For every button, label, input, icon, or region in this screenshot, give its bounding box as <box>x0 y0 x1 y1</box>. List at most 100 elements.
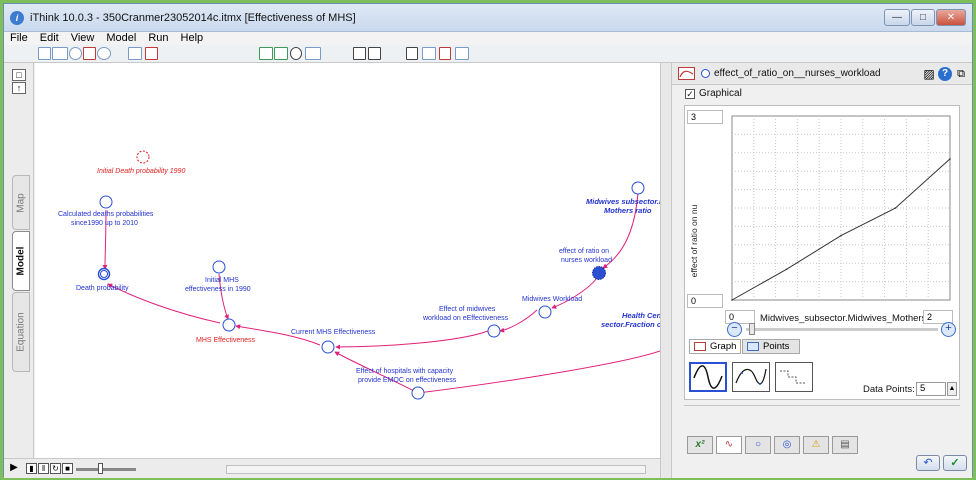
x-min-field[interactable]: 0 <box>725 310 755 324</box>
data-points-input[interactable]: 5 <box>916 382 946 396</box>
range-tab-icon[interactable]: ◎ <box>774 436 800 454</box>
paintbrush-tool-icon[interactable] <box>422 47 436 60</box>
data-point[interactable] <box>894 207 897 209</box>
converter-initial-mhs[interactable] <box>212 260 226 274</box>
data-point[interactable] <box>949 158 951 160</box>
menu-view[interactable]: View <box>65 32 101 45</box>
data-point[interactable] <box>785 268 788 271</box>
converter-effect-hospitals[interactable] <box>411 386 425 400</box>
tab-graph[interactable]: Graph <box>689 339 741 354</box>
graph-pad-icon[interactable] <box>259 47 273 60</box>
x-axis-label: Midwives_subsector.Midwives_Mothers_ra <box>760 313 941 324</box>
menu-run[interactable]: Run <box>142 32 174 45</box>
graphical-label: Graphical <box>699 88 742 99</box>
horizontal-scrollbar[interactable] <box>226 465 646 474</box>
maximize-icon[interactable]: □ <box>911 9 935 26</box>
graphical-checkbox[interactable]: ✓ <box>685 89 695 99</box>
slider-tool-icon[interactable] <box>305 47 321 60</box>
up-arrow-icon[interactable]: ↑ <box>12 82 26 94</box>
text-tool-icon[interactable] <box>353 47 366 60</box>
data-point[interactable] <box>840 234 842 237</box>
document-tab-icon[interactable]: ▤ <box>832 436 858 454</box>
data-point[interactable] <box>731 299 733 301</box>
label-midwives-subsector-2: Mothers ratio <box>604 206 652 215</box>
image-tool-icon[interactable] <box>368 47 381 60</box>
y-max-field[interactable]: 3 <box>687 110 723 124</box>
model-canvas[interactable]: Initial Death probability 1990 Calculate… <box>35 63 660 458</box>
y-min-field[interactable]: 0 <box>687 294 723 308</box>
ithink-icon: i <box>10 11 24 25</box>
step-icon[interactable]: ▮ <box>26 463 37 474</box>
close-icon[interactable]: ✕ <box>936 9 966 26</box>
label-calc-deaths-2: since1990 up to 2010 <box>71 220 138 227</box>
discrete-curve-shape-icon[interactable] <box>732 362 770 392</box>
equation-tab-icon[interactable]: x² <box>687 436 713 454</box>
data-points-label: Data Points: <box>863 384 915 395</box>
speed-slider[interactable] <box>76 468 136 471</box>
converter-effect-midwives[interactable] <box>487 324 501 338</box>
converter-tool-icon[interactable] <box>69 47 82 60</box>
expand-panel-icon[interactable]: ⧉ <box>954 67 968 81</box>
graph-plot[interactable] <box>726 110 956 306</box>
run-controls-bar: ▶ ▮ ‖ ↻ ■ <box>4 458 660 478</box>
converter-midwives-subsector[interactable] <box>631 181 645 195</box>
tab-equation[interactable]: Equation <box>12 292 30 372</box>
ghost-converter-initial-death[interactable] <box>136 150 150 164</box>
apply-check-icon[interactable]: ✓ <box>943 455 967 471</box>
tab-points[interactable]: Points <box>742 339 800 354</box>
help-tool-icon[interactable] <box>128 47 142 60</box>
table-pad-icon[interactable] <box>274 47 288 60</box>
label-effect-hospitals-2: provide EMOC on effectiveness <box>358 377 457 384</box>
zoom-slider[interactable] <box>746 328 938 331</box>
stock-tool-icon[interactable] <box>38 47 51 60</box>
stop-icon[interactable]: ■ <box>62 463 73 474</box>
converter-tab-icon[interactable]: ○ <box>745 436 771 454</box>
smooth-curve-shape-icon[interactable] <box>689 362 727 392</box>
zoom-out-icon[interactable]: − <box>727 322 742 337</box>
speed-slider-thumb[interactable] <box>98 463 103 474</box>
play-icon[interactable]: ▶ <box>8 463 20 474</box>
converter-effect-ratio-selected[interactable] <box>592 266 606 280</box>
converter-current-mhs[interactable] <box>321 340 335 354</box>
dynamite-tool-icon[interactable] <box>439 47 451 60</box>
connector-tool-icon[interactable] <box>83 47 96 60</box>
module-tool-icon[interactable] <box>145 47 158 60</box>
data-points-spinner-icon[interactable]: ▲ <box>947 382 957 396</box>
lock-icon[interactable]: □ <box>12 69 26 81</box>
converter-mhs-effectiveness[interactable] <box>222 318 236 332</box>
tab-map[interactable]: Map <box>12 175 30 230</box>
undo-icon[interactable]: ↶ <box>916 455 940 471</box>
connector-link[interactable] <box>551 277 598 309</box>
step-curve-shape-icon[interactable] <box>775 362 813 392</box>
label-initial-mhs-2: effectiveness in 1990 <box>185 286 251 293</box>
menu-edit[interactable]: Edit <box>34 32 65 45</box>
warning-tab-icon[interactable]: ⚠ <box>803 436 829 454</box>
minimize-icon[interactable]: — <box>884 9 910 26</box>
points-tab-icon <box>747 342 759 351</box>
zoom-in-icon[interactable]: + <box>941 322 956 337</box>
pointer-tool-icon[interactable] <box>406 47 418 60</box>
label-effect-midwives-2: workload on eEffectiveness <box>422 315 509 322</box>
label-calc-deaths: Calculated deaths probabilities <box>58 211 154 218</box>
tab-model[interactable]: Model <box>12 231 30 291</box>
connector-link[interactable] <box>417 350 660 394</box>
menu-file[interactable]: File <box>4 32 34 45</box>
restart-icon[interactable]: ↻ <box>50 463 61 474</box>
help-icon[interactable]: ? <box>938 67 952 81</box>
zoom-slider-thumb[interactable] <box>749 323 755 335</box>
graphical-tab-icon[interactable]: ∿ <box>716 436 742 454</box>
converter-midwives-workload[interactable] <box>538 305 552 319</box>
ghost-tool-icon[interactable] <box>97 47 111 60</box>
pause-icon[interactable]: ‖ <box>38 463 49 474</box>
label-effect-hospitals: Effect of hospitals with capacity <box>356 368 454 375</box>
numeric-display-icon[interactable] <box>290 47 302 60</box>
converter-calc-deaths[interactable] <box>99 195 113 209</box>
binoculars-icon[interactable]: ▨ <box>922 67 936 81</box>
connector-link[interactable] <box>102 209 108 270</box>
flow-tool-icon[interactable] <box>52 47 68 60</box>
menu-help[interactable]: Help <box>175 32 210 45</box>
ghost-maker-icon[interactable] <box>455 47 469 60</box>
panel-splitter[interactable] <box>660 63 672 478</box>
label-midwives-workload: Midwives Workload <box>522 296 582 303</box>
menu-model[interactable]: Model <box>100 32 142 45</box>
